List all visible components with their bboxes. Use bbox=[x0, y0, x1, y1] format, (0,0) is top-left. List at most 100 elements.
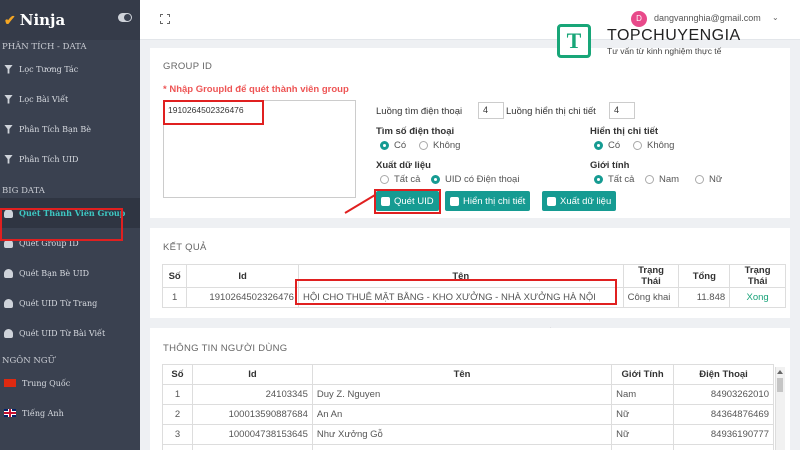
gender-male-radio[interactable]: Nam bbox=[645, 174, 679, 185]
phone-threads-input[interactable]: 4 bbox=[478, 102, 504, 119]
column-header: Điện Thoại bbox=[673, 364, 774, 385]
table-cell: 4 bbox=[162, 444, 193, 450]
highlight-box bbox=[374, 189, 441, 214]
section-language: NGÔN NGỮ bbox=[2, 356, 55, 366]
topchuyengia-logo-icon: T bbox=[557, 24, 591, 58]
column-header: Trạng Thái bbox=[622, 264, 680, 288]
sidebar-item-quet-uid-tu-bai-viet[interactable]: Quét UID Từ Bài Viết bbox=[0, 318, 140, 348]
folder-icon bbox=[450, 196, 459, 206]
column-header: Id bbox=[186, 264, 299, 288]
users-icon bbox=[4, 298, 13, 308]
show-detail-no-radio[interactable]: Không bbox=[633, 140, 674, 151]
table-cell: Nam bbox=[611, 444, 675, 450]
table-cell: Nữ bbox=[611, 404, 675, 425]
sidebar-item-loc-tuong-tac[interactable]: Lọc Tương Tác bbox=[0, 54, 140, 84]
column-header: Tổng bbox=[678, 264, 731, 288]
sidebar-item-tieng-anh[interactable]: Tiếng Anh bbox=[0, 398, 140, 428]
export-data-button[interactable]: Xuất dữ liệu bbox=[542, 191, 617, 211]
table-cell: An An bbox=[311, 404, 613, 425]
ninja-logo-icon: ✔ bbox=[4, 11, 16, 28]
sidebar-item-trung-quoc[interactable]: Trung Quốc bbox=[0, 368, 140, 398]
column-header: Giới Tính bbox=[611, 364, 675, 385]
user-info-panel: THÔNG TIN NGƯỜI DÙNG Số Id Tên Giới Tính… bbox=[150, 328, 790, 450]
phone-threads-label: Luồng tìm điện thoại bbox=[376, 106, 463, 117]
find-phone-no-radio[interactable]: Không bbox=[419, 140, 460, 151]
brand-name: Ninja bbox=[19, 11, 66, 29]
users-icon bbox=[4, 328, 13, 338]
table-cell: 1 bbox=[162, 384, 193, 405]
table-cell: 84936190777 bbox=[673, 424, 774, 445]
panel-title: THÔNG TIN NGƯỜI DÙNG bbox=[163, 343, 288, 354]
show-detail-label: Hiển thị chi tiết bbox=[590, 126, 659, 137]
column-header: Số bbox=[162, 364, 193, 385]
watermark-title: TOPCHUYENGIA bbox=[607, 27, 741, 44]
export-label: Xuất dữ liệu bbox=[376, 160, 431, 171]
show-detail-yes-radio[interactable]: Có bbox=[594, 140, 620, 151]
sidebar-item-phan-tich-ban-be[interactable]: Phân Tích Bạn Bè bbox=[0, 114, 140, 144]
table-cell: Như Xưởng Gỗ bbox=[311, 424, 613, 445]
user-email[interactable]: dangvannghia@gmail.com bbox=[654, 13, 761, 23]
table-row[interactable]: 3 100004738153645 Như Xưởng Gỗ Nữ 8493619077… bbox=[162, 424, 774, 445]
export-with-phone-radio[interactable]: UID có Điện thoại bbox=[431, 174, 519, 185]
panel-title: GROUP ID bbox=[163, 61, 213, 72]
sidebar-item-loc-bai-viet[interactable]: Lọc Bài Viết bbox=[0, 84, 140, 114]
table-cell: Nữ bbox=[611, 424, 675, 445]
column-header: Số bbox=[161, 264, 188, 288]
gender-female-radio[interactable]: Nữ bbox=[695, 174, 722, 185]
table-row[interactable]: 2 100013590887684 An An Nữ 84364876469 bbox=[162, 404, 774, 425]
uk-flag-icon bbox=[4, 409, 16, 417]
chevron-down-icon[interactable]: ⌄ bbox=[772, 13, 779, 22]
brand: ✔ Ninja bbox=[0, 0, 140, 40]
china-flag-icon bbox=[4, 379, 16, 387]
column-header: Tên bbox=[311, 364, 613, 385]
highlight-box bbox=[0, 208, 123, 241]
column-header: Id bbox=[191, 364, 313, 385]
sidebar-toggle[interactable] bbox=[118, 13, 132, 22]
filter-icon bbox=[4, 124, 13, 134]
panel-title: KẾT QUẢ bbox=[163, 242, 207, 253]
table-header-row: Số Id Tên Giới Tính Điện Thoại bbox=[162, 364, 774, 385]
watermark-subtitle: Tư vấn từ kinh nghiệm thực tế bbox=[607, 46, 722, 56]
find-phone-label: Tìm số điện thoại bbox=[376, 126, 455, 137]
filter-icon bbox=[4, 64, 13, 74]
table-cell: 100004738153645 bbox=[191, 424, 313, 445]
table-cell: 100008142300315 bbox=[191, 444, 313, 450]
table-cell: 24103345 bbox=[191, 384, 313, 405]
column-header: Trạng Thái bbox=[729, 264, 786, 288]
export-all-radio[interactable]: Tất cả bbox=[380, 174, 420, 185]
table-cell: 84364876469 bbox=[673, 404, 774, 425]
fullscreen-icon[interactable] bbox=[160, 14, 170, 24]
sidebar-item-phan-tich-uid[interactable]: Phân Tích UID bbox=[0, 144, 140, 174]
gender-label: Giới tính bbox=[590, 160, 630, 171]
topchuyengia-watermark: T TOPCHUYENGIA Tư vấn từ kinh nghiệm thự… bbox=[557, 24, 797, 64]
user-table: Số Id Tên Giới Tính Điện Thoại 1 24103345… bbox=[162, 364, 774, 450]
group-id-label: * Nhập GroupId để quét thành viên group bbox=[163, 84, 349, 95]
section-analysis: PHÂN TÍCH - DATA bbox=[2, 42, 87, 52]
scroll-up-arrow-icon[interactable] bbox=[777, 370, 783, 374]
filter-icon bbox=[4, 94, 13, 104]
file-icon bbox=[547, 196, 556, 206]
table-cell: 84903262010 bbox=[673, 384, 774, 405]
filter-icon bbox=[4, 154, 13, 164]
table-cell: Nam bbox=[611, 384, 675, 405]
detail-threads-label: Luồng hiển thị chi tiết bbox=[506, 106, 596, 117]
find-phone-yes-radio[interactable]: Có bbox=[380, 140, 406, 151]
gender-all-radio[interactable]: Tất cả bbox=[594, 174, 634, 185]
sidebar-item-quet-uid-tu-trang[interactable]: Quét UID Từ Trang bbox=[0, 288, 140, 318]
table-cell: 2 bbox=[162, 404, 193, 425]
sidebar-item-quet-ban-be-uid[interactable]: Quét Bạn Bè UID bbox=[0, 258, 140, 288]
users-icon bbox=[4, 268, 13, 278]
status-badge: Xong bbox=[729, 287, 786, 308]
scrollbar-thumb[interactable] bbox=[777, 378, 783, 392]
group-id-panel: GROUP ID * Nhập GroupId để quét thành vi… bbox=[150, 48, 790, 218]
table-row[interactable]: 4100008142300315Quang VinhNam84368522846 bbox=[162, 444, 774, 450]
highlight-box bbox=[163, 100, 264, 125]
table-cell: Quang Vinh bbox=[311, 444, 613, 450]
table-row[interactable]: 1 24103345 Duy Z. Nguyen Nam 84903262010 bbox=[162, 384, 774, 405]
highlight-box bbox=[295, 279, 617, 305]
table-cell: 3 bbox=[162, 424, 193, 445]
detail-threads-input[interactable]: 4 bbox=[609, 102, 635, 119]
table-cell: 100013590887684 bbox=[191, 404, 313, 425]
table-cell: 84368522846 bbox=[673, 444, 774, 450]
show-detail-button[interactable]: Hiển thị chi tiết bbox=[445, 191, 531, 211]
